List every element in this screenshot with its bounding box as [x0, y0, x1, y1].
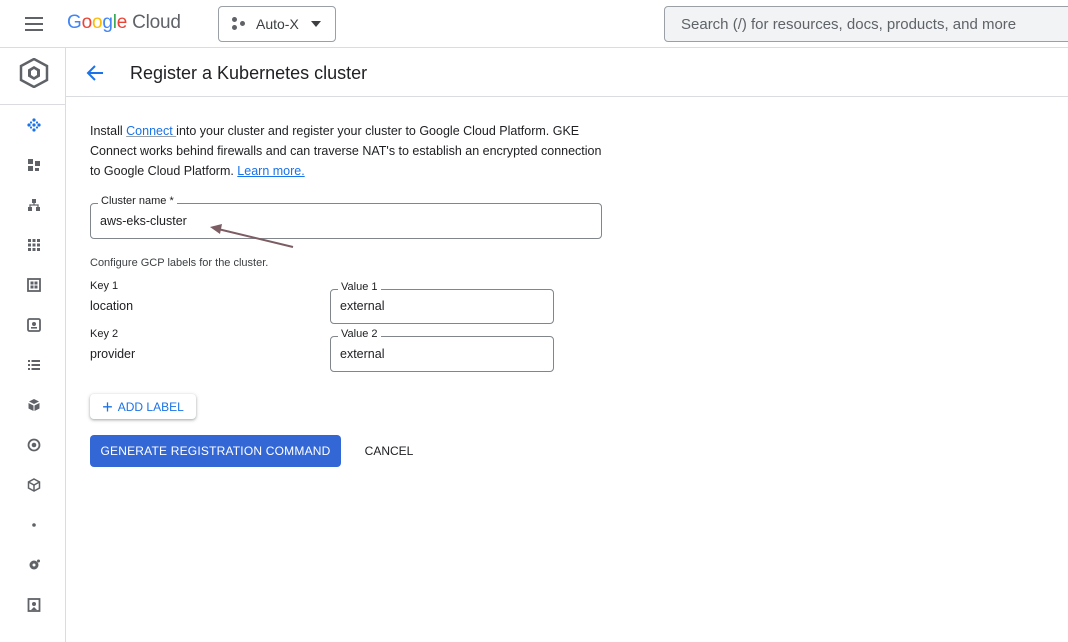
dashboard-icon[interactable] — [21, 272, 47, 298]
target-icon[interactable] — [21, 432, 47, 458]
fleet-dots-icon[interactable] — [21, 112, 47, 138]
connect-link[interactable]: Connect — [126, 124, 176, 138]
project-selector[interactable]: Auto-X — [218, 6, 336, 42]
grid-icon[interactable] — [21, 232, 47, 258]
plus-icon: + — [102, 396, 113, 417]
value-1-value: external — [340, 299, 385, 313]
google-cloud-logo[interactable]: Google Cloud — [67, 12, 181, 34]
add-label-text: ADD LABEL — [117, 399, 184, 414]
search-input[interactable] — [664, 6, 1068, 42]
page-title: Register a Kubernetes cluster — [130, 63, 368, 83]
monitor-icon[interactable] — [21, 312, 47, 338]
key-1-value: location — [90, 299, 134, 313]
packages-icon[interactable] — [21, 392, 47, 418]
list-icon[interactable] — [21, 352, 47, 378]
project-icon — [231, 16, 247, 32]
project-name: Auto-X — [256, 16, 299, 32]
nav-divider — [0, 104, 66, 105]
menu-icon[interactable] — [22, 14, 46, 34]
learn-more-link[interactable]: Learn more. — [237, 164, 304, 178]
value-2-field[interactable]: Value 2 external — [330, 328, 554, 372]
value-1-label: Value 1 — [338, 281, 381, 293]
top-bar: Google Cloud Auto-X — [0, 0, 1068, 48]
annotation-arrow-icon — [210, 224, 294, 248]
product-logo-icon[interactable] — [19, 57, 49, 89]
labels-hint: Configure GCP labels for the cluster. — [90, 257, 269, 269]
logo-suffix: Cloud — [132, 12, 181, 33]
intro-text: Install Connect into your cluster and re… — [90, 121, 610, 181]
value-2-value: external — [340, 347, 385, 361]
value-1-field[interactable]: Value 1 external — [330, 281, 554, 324]
page-header: Register a Kubernetes cluster — [66, 48, 1068, 97]
generate-registration-command-button[interactable]: GENERATE REGISTRATION COMMAND — [90, 435, 341, 467]
key-2-label: Key 2 — [90, 328, 119, 340]
cancel-button[interactable]: CANCEL — [355, 435, 423, 467]
key-2-value: provider — [90, 347, 136, 361]
add-label-button[interactable]: + ADD LABEL — [90, 394, 196, 419]
key-1-label: Key 1 — [90, 280, 119, 292]
cluster-name-label: Cluster name * — [98, 195, 177, 207]
chevron-down-icon — [310, 21, 321, 27]
dot-icon[interactable] — [21, 512, 47, 538]
cube-icon[interactable] — [21, 472, 47, 498]
badge-icon[interactable] — [21, 592, 47, 618]
value-2-label: Value 2 — [338, 328, 381, 340]
hierarchy-icon[interactable] — [21, 192, 47, 218]
back-arrow-icon[interactable] — [84, 62, 106, 84]
settings-icon[interactable] — [21, 552, 47, 578]
cluster-name-value: aws-eks-cluster — [100, 214, 187, 228]
cluster-name-field[interactable]: Cluster name * aws-eks-cluster — [90, 195, 602, 239]
side-nav — [0, 48, 66, 642]
intro-part1: Install — [90, 124, 127, 138]
workloads-icon[interactable] — [21, 152, 47, 178]
